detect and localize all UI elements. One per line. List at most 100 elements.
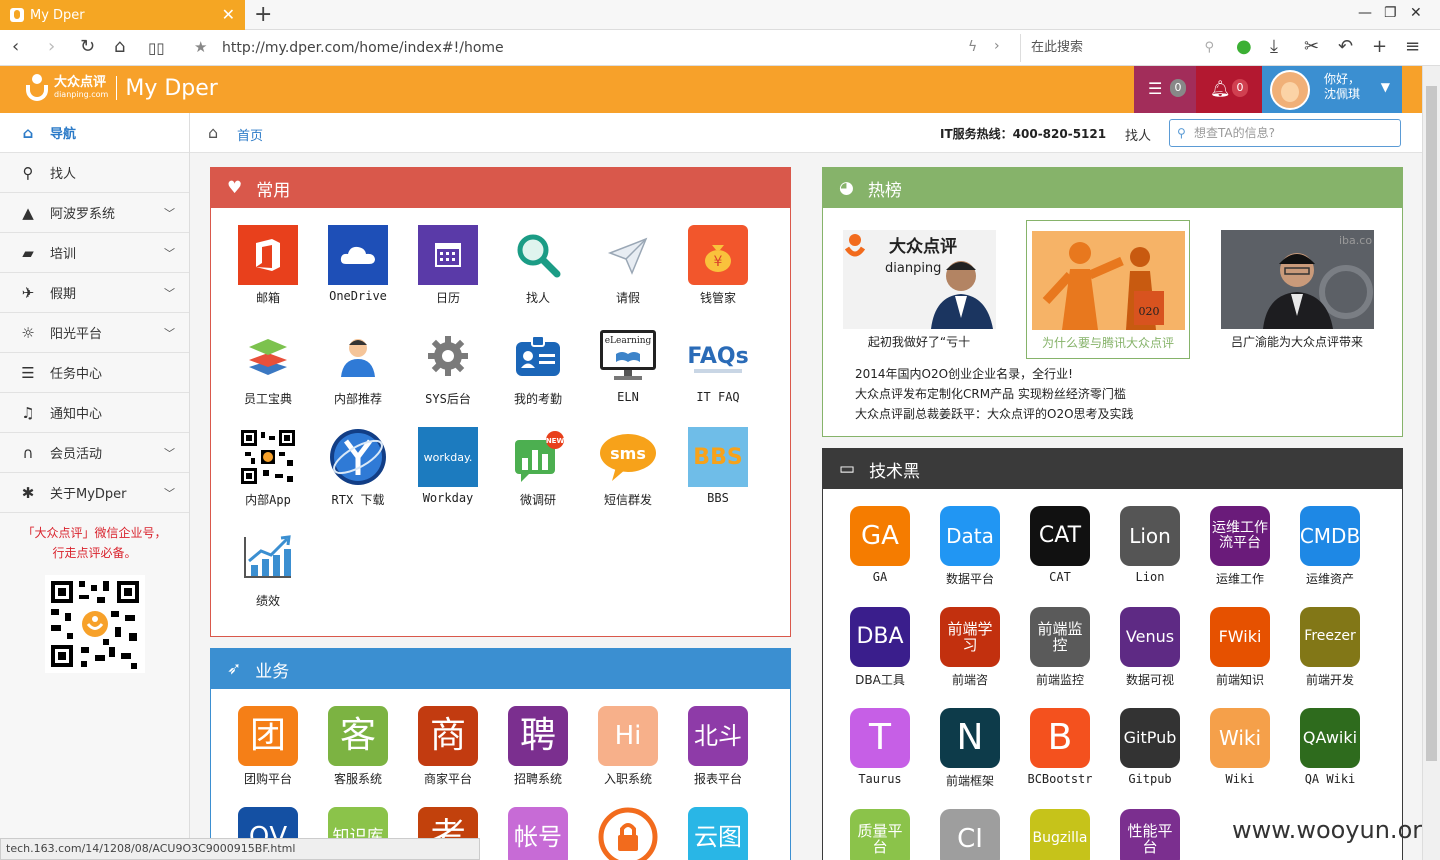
tile-calendar[interactable]: 日历 bbox=[408, 225, 488, 306]
close-tab-icon[interactable]: ✕ bbox=[222, 5, 235, 24]
tech-tile[interactable]: CMDB 运维资产 bbox=[1290, 506, 1370, 587]
browser-tab[interactable]: My Dper ✕ bbox=[0, 0, 245, 30]
tile-sys-admin[interactable]: SYS后台 bbox=[408, 326, 488, 407]
tile-handbook[interactable]: 员工宝典 bbox=[228, 326, 308, 407]
people-search-input[interactable]: ⚲ 想查TA的信息? bbox=[1169, 119, 1401, 147]
close-window-icon[interactable]: ✕ bbox=[1410, 5, 1422, 21]
user-menu[interactable]: 你好， 沈佩琪 ▼ bbox=[1262, 66, 1402, 113]
download-icon[interactable]: ⤓ bbox=[1270, 36, 1278, 57]
reload-icon[interactable]: ↻ bbox=[80, 36, 95, 57]
business-tile[interactable]: 云图 bbox=[678, 807, 758, 860]
sidebar-item-training[interactable]: ▰ 培训 ﹀ bbox=[0, 233, 189, 273]
tech-tile[interactable]: T Taurus bbox=[840, 708, 920, 786]
chevron-right-icon[interactable]: › bbox=[994, 38, 1000, 54]
scrollbar-thumb[interactable] bbox=[1426, 86, 1437, 761]
add-icon[interactable]: + bbox=[1372, 36, 1387, 57]
tech-tile[interactable]: QAwiki QA Wiki bbox=[1290, 708, 1370, 786]
news-item[interactable]: 大众点评副总裁姜跃平：大众点评的O2O思考及实践 bbox=[855, 404, 1134, 424]
sidebar-item-tasks[interactable]: ☰ 任务中心 bbox=[0, 353, 189, 393]
tech-tile[interactable]: 运维工作流平台 运维工作 bbox=[1200, 506, 1280, 587]
tile-onedrive[interactable]: OneDrive bbox=[318, 225, 398, 303]
tile-attendance[interactable]: 我的考勤 bbox=[498, 326, 578, 407]
search-icon[interactable]: ⚲ bbox=[1204, 34, 1214, 62]
tile-mail[interactable]: 邮箱 bbox=[228, 225, 308, 306]
sidebar-item-vacation[interactable]: ✈ 假期 ﹀ bbox=[0, 273, 189, 313]
business-tile[interactable]: 团团购平台 bbox=[228, 706, 308, 787]
tech-tile[interactable]: CI bbox=[930, 809, 1010, 860]
undo-icon[interactable]: ↶ bbox=[1338, 36, 1353, 57]
tech-tile[interactable]: CAT CAT bbox=[1020, 506, 1100, 584]
tile-eln[interactable]: eLearning ELN bbox=[588, 326, 668, 404]
tech-tile[interactable]: B BCBootstr bbox=[1020, 708, 1100, 786]
forward-icon[interactable]: › bbox=[48, 36, 55, 57]
sidebar-item-notifications[interactable]: ♫ 通知中心 bbox=[0, 393, 189, 433]
sidebar-item-nav[interactable]: ⌂ 导航 bbox=[0, 113, 189, 153]
notifications-button[interactable]: 🔔︎ 0 bbox=[1196, 66, 1262, 113]
tile-leave[interactable]: 请假 bbox=[588, 225, 668, 306]
news-item[interactable]: 大众点评发布定制化CRM产品 实现粉丝经济零门槛 bbox=[855, 384, 1134, 404]
scissors-icon[interactable]: ✂ bbox=[1304, 36, 1319, 57]
browser-search-input[interactable]: 在此搜索 ⚲ bbox=[1020, 34, 1220, 62]
tech-tile[interactable]: 前端学习 前端咨 bbox=[930, 607, 1010, 688]
back-icon[interactable]: ‹ bbox=[12, 36, 19, 57]
business-tile[interactable] bbox=[588, 807, 668, 860]
tile-survey[interactable]: NEW 微调研 bbox=[498, 427, 578, 508]
tile-it-faq[interactable]: FAQs IT FAQ bbox=[678, 326, 758, 404]
tech-tile[interactable]: GitPub Gitpub bbox=[1110, 708, 1190, 786]
money-bag-icon: ¥ bbox=[688, 225, 748, 285]
tech-tile[interactable]: 前端监控 前端监控 bbox=[1020, 607, 1100, 688]
tech-tile[interactable]: 性能平台 bbox=[1110, 809, 1190, 860]
tech-tile[interactable]: Freezer 前端开发 bbox=[1290, 607, 1370, 688]
address-bar[interactable]: http://my.dper.com/home/index#!/home bbox=[222, 40, 504, 56]
sidebar-item-member-events[interactable]: ∩ 会员活动 ﹀ bbox=[0, 433, 189, 473]
business-tile[interactable]: Hi 入职系统 bbox=[588, 706, 668, 787]
tile-referral[interactable]: 内部推荐 bbox=[318, 326, 398, 407]
tile-workday[interactable]: workday. Workday bbox=[408, 427, 488, 505]
tile-sms[interactable]: sms 短信群发 bbox=[588, 427, 668, 508]
restore-icon[interactable]: ❐ bbox=[1384, 5, 1397, 21]
minimize-icon[interactable]: — bbox=[1358, 5, 1372, 21]
news-item[interactable]: 2014年国内O2O创业企业名录，全行业! bbox=[855, 364, 1134, 384]
home-icon[interactable]: ⌂ bbox=[208, 123, 218, 142]
tech-tile[interactable]: N 前端框架 bbox=[930, 708, 1010, 789]
tech-tile[interactable]: Lion Lion bbox=[1110, 506, 1190, 584]
new-tab-button[interactable]: + bbox=[254, 2, 272, 27]
sidebar-item-about[interactable]: ✱ 关于MyDper ﹀ bbox=[0, 473, 189, 513]
tech-tile[interactable]: Bugzilla bbox=[1020, 809, 1100, 860]
wechat-icon[interactable]: ● bbox=[1236, 36, 1252, 57]
tech-tile[interactable]: GA GA bbox=[840, 506, 920, 584]
sidebar-item-apollo[interactable]: ▲ 阿波罗系统 ﹀ bbox=[0, 193, 189, 233]
tech-tile[interactable]: 质量平台 bbox=[840, 809, 920, 860]
home-icon[interactable]: ⌂ bbox=[114, 36, 125, 57]
business-tile[interactable]: 北斗 报表平台 bbox=[678, 706, 758, 787]
tech-tile-icon: Freezer bbox=[1300, 607, 1360, 667]
sidebar-item-sunshine[interactable]: ☼ 阳光平台 ﹀ bbox=[0, 313, 189, 353]
page-scrollbar[interactable] bbox=[1422, 66, 1440, 860]
tile-rtx-download[interactable]: RTX 下载 bbox=[318, 427, 398, 508]
hot-card-3[interactable]: iba.co 吕广渝能为大众点评带来 bbox=[1215, 220, 1379, 350]
lightning-icon[interactable]: ϟ bbox=[968, 39, 977, 55]
tile-internal-app[interactable]: 内部App bbox=[228, 427, 308, 508]
tech-tile[interactable]: FWiki 前端知识 bbox=[1200, 607, 1280, 688]
tech-tile[interactable]: DBA DBA工具 bbox=[840, 607, 920, 688]
hot-card-1[interactable]: 大众点评 dianping 起初我做好了“亏十 bbox=[837, 220, 1001, 350]
business-tile[interactable]: 聘招聘系统 bbox=[498, 706, 578, 787]
business-tile[interactable]: 商商家平台 bbox=[408, 706, 488, 787]
reader-icon[interactable]: ▯▯ bbox=[148, 39, 165, 57]
sidebar-item-find-people[interactable]: ⚲ 找人 bbox=[0, 153, 189, 193]
site-logo[interactable]: 大众点评 dianping.com My Dper bbox=[24, 74, 218, 102]
tech-tile[interactable]: Data 数据平台 bbox=[930, 506, 1010, 587]
breadcrumb-home-link[interactable]: 首页 bbox=[237, 125, 263, 144]
tile-performance[interactable]: 绩效 bbox=[228, 528, 308, 609]
tech-tile[interactable]: Venus 数据可视 bbox=[1110, 607, 1190, 688]
menu-icon[interactable]: ≡ bbox=[1405, 36, 1420, 57]
tile-find-people[interactable]: 找人 bbox=[498, 225, 578, 306]
business-tile[interactable]: 客客服系统 bbox=[318, 706, 398, 787]
tile-bbs[interactable]: BBS BBS bbox=[678, 427, 758, 505]
business-tile[interactable]: 帐号 bbox=[498, 807, 578, 860]
tech-tile[interactable]: Wiki Wiki bbox=[1200, 708, 1280, 786]
bookmark-star-icon[interactable]: ★ bbox=[194, 38, 207, 56]
tile-money[interactable]: ¥ 钱管家 bbox=[678, 225, 758, 306]
messages-button[interactable]: ☰ 0 bbox=[1134, 66, 1196, 113]
hot-card-2[interactable]: 020 为什么要与腾讯大众点评 bbox=[1026, 220, 1190, 359]
